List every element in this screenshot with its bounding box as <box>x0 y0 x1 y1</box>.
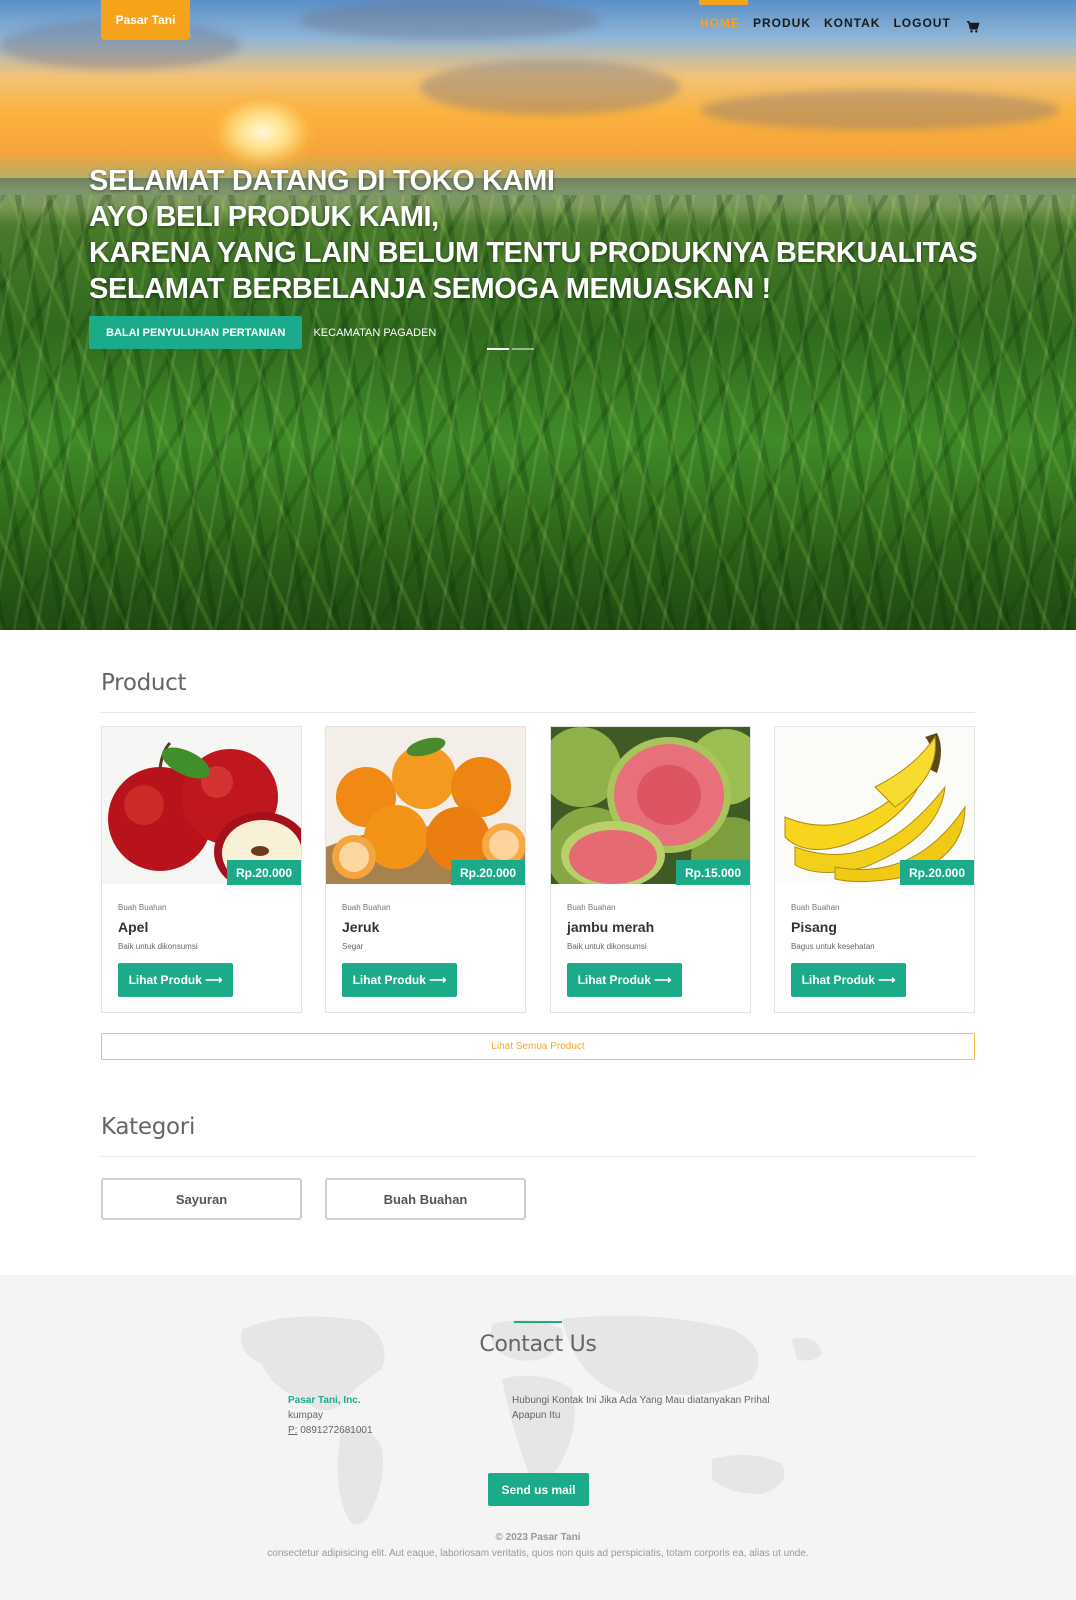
product-description: Bagus untuk kesehatan <box>791 942 875 951</box>
main-nav: HOME PRODUK KONTAK LOGOUT <box>699 0 980 50</box>
product-description: Baik untuk dikonsumsi <box>118 942 198 951</box>
contact-info: Pasar Tani, Inc. kumpay P: 0891272681001 <box>288 1393 373 1438</box>
hero-line-4: SELAMAT BERBELANJA SEMOGA MEMUASKAN ! <box>89 273 771 305</box>
hero-actions: BALAI PENYULUHAN PERTANIAN KECAMATAN PAG… <box>89 316 436 349</box>
price-badge: Rp.20.000 <box>226 860 301 885</box>
slide-indicator-2[interactable] <box>512 348 534 350</box>
contact-section: Contact Us Pasar Tani, Inc. kumpay P: 08… <box>0 1275 1076 1600</box>
hero-line-1: SELAMAT DATANG DI TOKO KAMI <box>89 165 555 197</box>
copyright: © 2023 Pasar Tani <box>495 1532 581 1543</box>
category-sayuran-button[interactable]: Sayuran <box>101 1178 302 1220</box>
product-description: Baik untuk dikonsumsi <box>567 942 647 951</box>
product-name[interactable]: Jeruk <box>342 919 379 935</box>
nav-produk[interactable]: PRODUK <box>753 0 811 50</box>
product-category: Buah Buahan <box>342 903 391 912</box>
category-buah-button[interactable]: Buah Buahan <box>325 1178 526 1220</box>
nav-home[interactable]: HOME <box>699 0 748 50</box>
category-section-title: Kategori <box>101 1114 196 1140</box>
hero-cta-button[interactable]: BALAI PENYULUHAN PERTANIAN <box>89 316 303 349</box>
view-product-button[interactable]: Lihat Produk ⟶ <box>342 963 457 997</box>
product-description: Segar <box>342 942 364 951</box>
cloud <box>300 0 600 40</box>
product-name[interactable]: Pisang <box>791 919 837 935</box>
hero-headline: SELAMAT DATANG DI TOKO KAMI AYO BELI PRO… <box>89 163 978 307</box>
hero-banner: Pasar Tani HOME PRODUK KONTAK LOGOUT SEL… <box>0 0 1076 630</box>
phone-label: P: <box>288 1425 298 1436</box>
slide-indicator-1[interactable] <box>487 348 509 350</box>
title-accent-bar <box>514 1321 562 1323</box>
hero-line-2: AYO BELI PRODUK KAMI, <box>89 201 439 233</box>
brand-logo[interactable]: Pasar Tani <box>101 0 190 40</box>
product-card: Rp.15.000 Buah Buahan jambu merah Baik u… <box>550 726 751 1013</box>
slider-indicators <box>487 348 537 350</box>
price-badge: Rp.20.000 <box>899 860 974 885</box>
contact-message: Hubungi Kontak Ini Jika Ada Yang Mau dia… <box>512 1395 770 1421</box>
product-card: Rp.20.000 Buah Buahan Apel Baik untuk di… <box>101 726 302 1013</box>
view-product-button[interactable]: Lihat Produk ⟶ <box>118 963 233 997</box>
price-badge: Rp.20.000 <box>450 860 525 885</box>
cloud <box>420 60 680 115</box>
product-name[interactable]: Apel <box>118 919 148 935</box>
section-divider <box>101 1156 975 1157</box>
nav-kontak[interactable]: KONTAK <box>824 0 880 50</box>
price-badge: Rp.15.000 <box>675 860 750 885</box>
hero-secondary-link[interactable]: KECAMATAN PAGADEN <box>313 327 436 339</box>
product-category: Buah Buahan <box>791 903 840 912</box>
product-section-title: Product <box>101 670 187 696</box>
contact-title: Contact Us <box>479 1332 597 1357</box>
view-product-button[interactable]: Lihat Produk ⟶ <box>791 963 906 997</box>
shopping-cart-icon[interactable] <box>966 20 980 34</box>
product-category: Buah Buahan <box>118 903 167 912</box>
company-phone: P: 0891272681001 <box>288 1423 373 1438</box>
sun-glow <box>208 92 318 172</box>
company-name: Pasar Tani, Inc. <box>288 1395 361 1406</box>
section-divider <box>101 712 975 713</box>
product-card: Rp.20.000 Buah Buahan Pisang Bagus untuk… <box>774 726 975 1013</box>
footer-text: consectetur adipisicing elit. Aut eaque,… <box>267 1548 809 1559</box>
company-address: kumpay <box>288 1410 324 1421</box>
view-product-button[interactable]: Lihat Produk ⟶ <box>567 963 682 997</box>
product-card: Rp.20.000 Buah Buahan Jeruk Segar Lihat … <box>325 726 526 1013</box>
view-all-products-button[interactable]: Lihat Semua Product <box>101 1033 975 1060</box>
product-category: Buah Buahan <box>567 903 616 912</box>
phone-number: 0891272681001 <box>300 1425 373 1436</box>
cloud <box>700 90 1060 130</box>
hero-line-3: KARENA YANG LAIN BELUM TENTU PRODUKNYA B… <box>89 237 978 269</box>
product-name[interactable]: jambu merah <box>567 919 654 935</box>
send-mail-button[interactable]: Send us mail <box>488 1473 589 1506</box>
nav-logout[interactable]: LOGOUT <box>893 0 950 50</box>
